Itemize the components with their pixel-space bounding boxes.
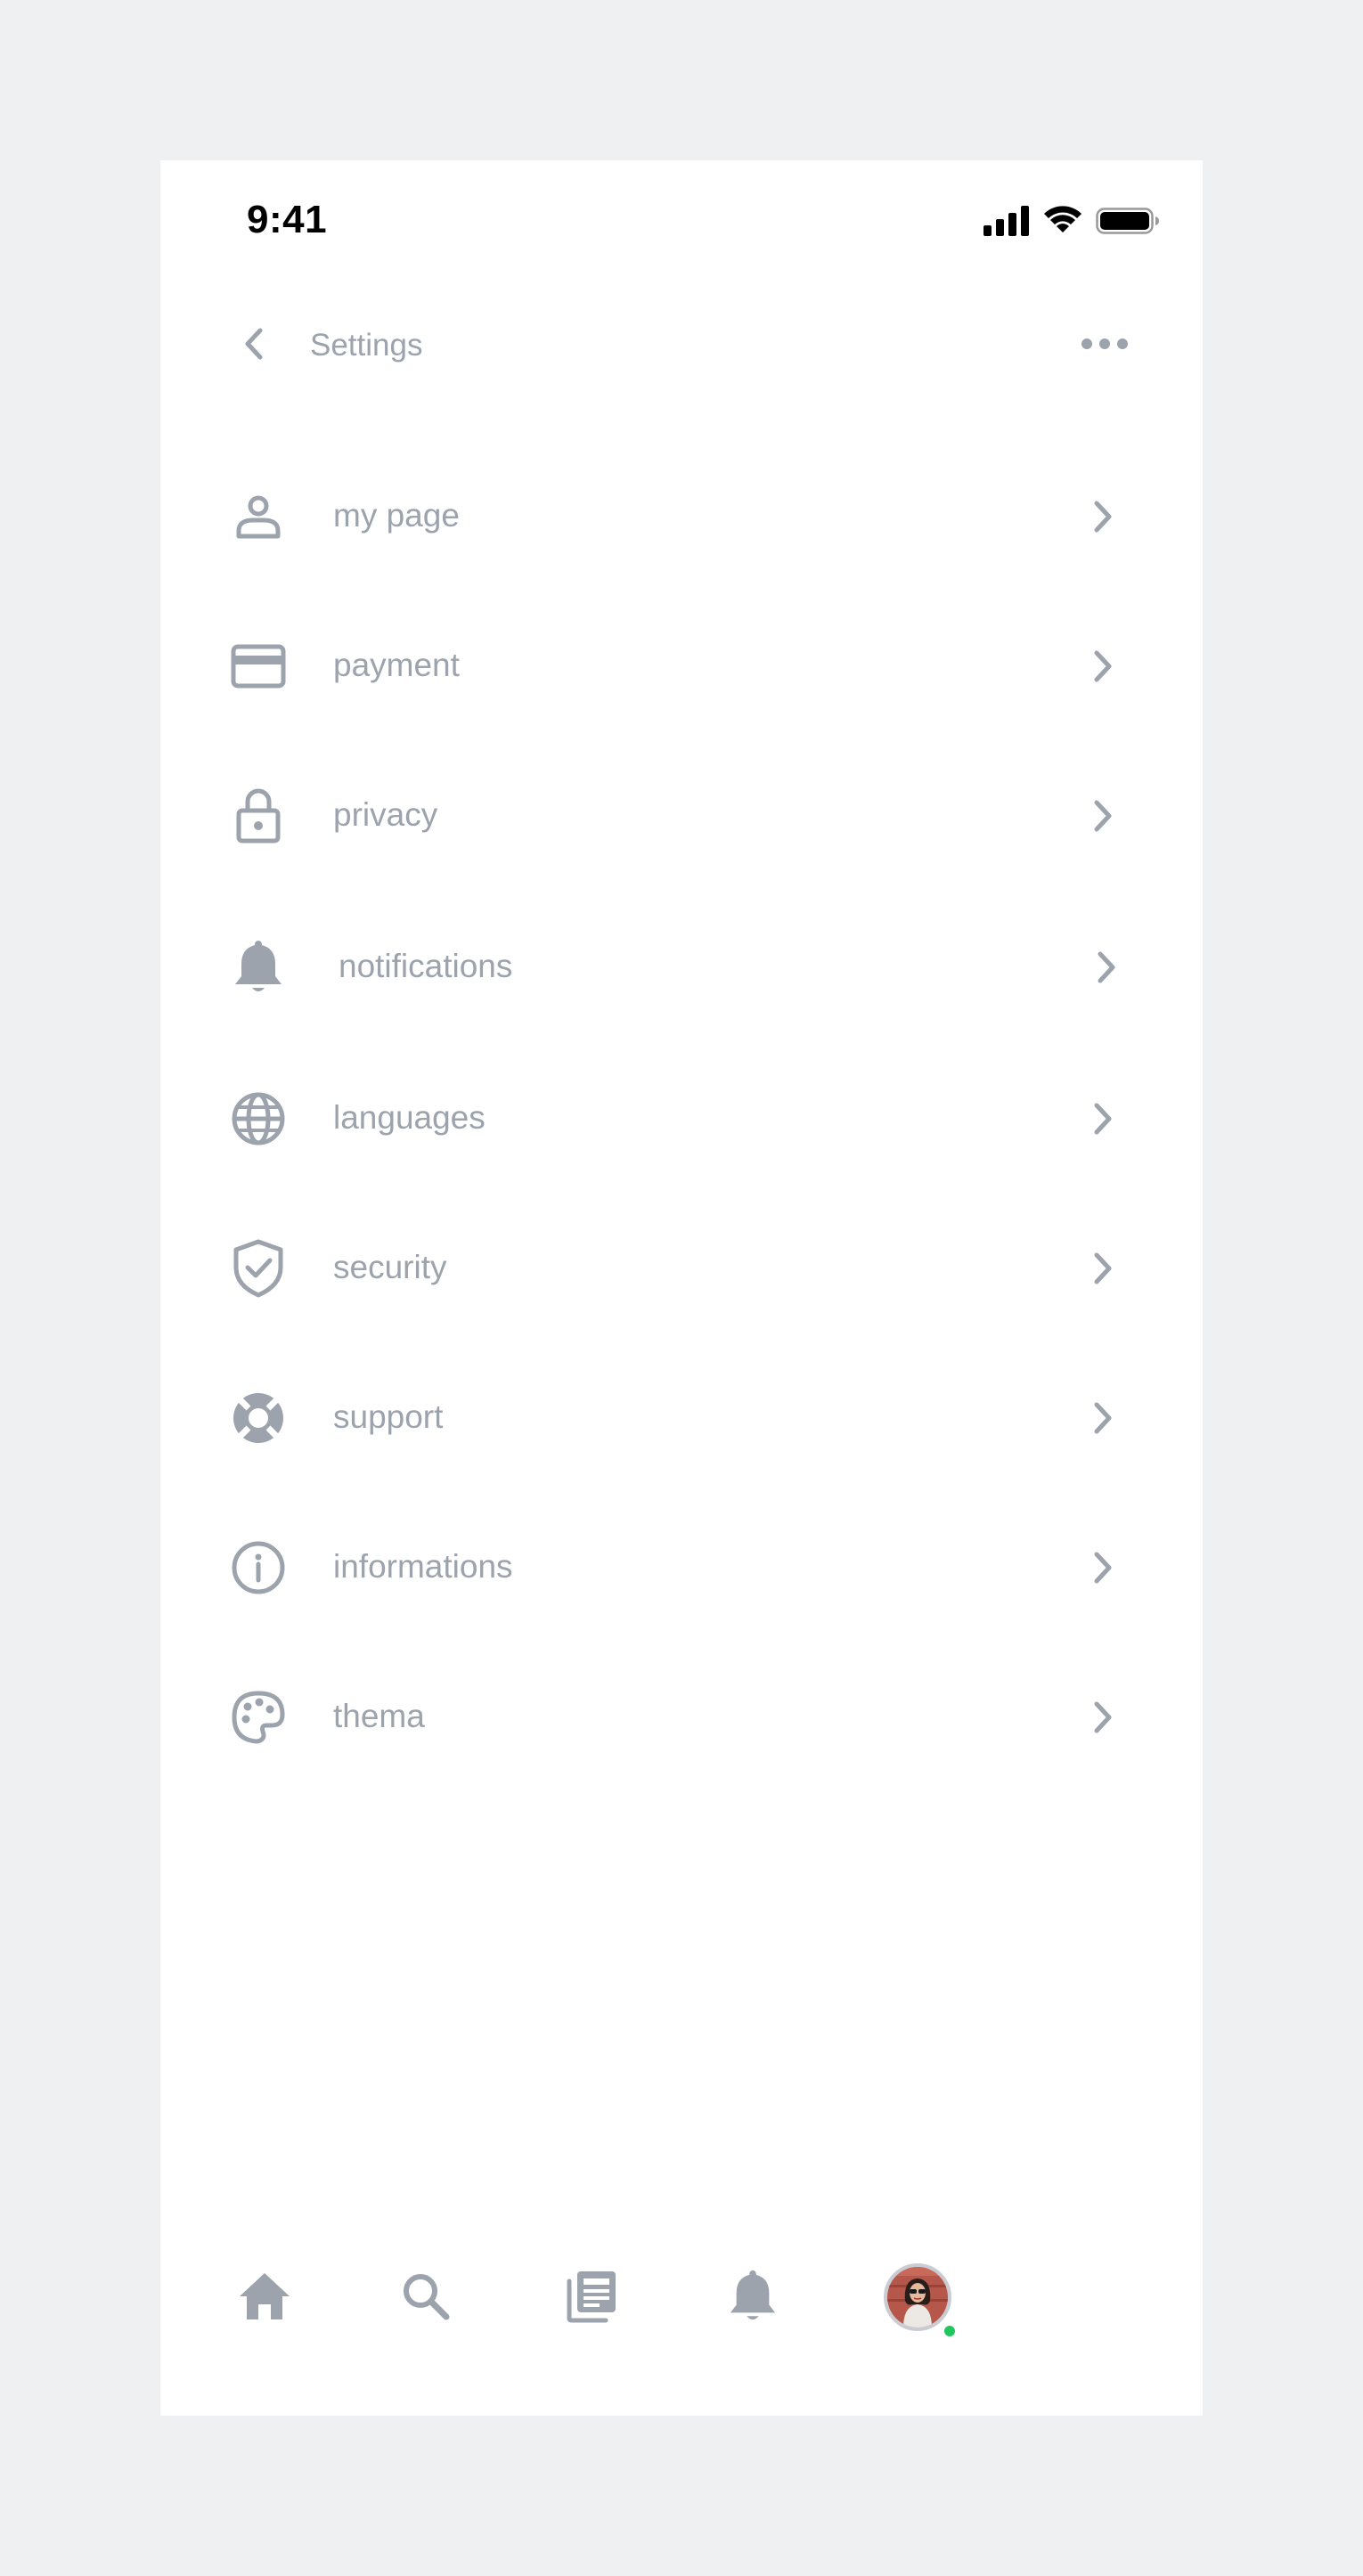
lifebuoy-icon (230, 1390, 287, 1447)
signal-icon (983, 205, 1030, 240)
ellipsis-icon (1081, 338, 1129, 355)
nav-profile-button[interactable] (877, 2257, 958, 2338)
menu-item-label: privacy (333, 796, 438, 833)
chevron-left-icon (243, 327, 265, 365)
palette-icon (230, 1689, 287, 1746)
phone-screen: 9:41 Settings my page payment privacy no… (160, 160, 1203, 2416)
menu-item-security[interactable]: security (160, 1215, 1203, 1322)
page-title: Settings (310, 328, 423, 363)
chevron-right-icon (1085, 1550, 1121, 1586)
menu-item-label: languages (333, 1099, 486, 1136)
menu-item-label: support (333, 1398, 444, 1435)
menu-item-label: informations (333, 1548, 513, 1585)
menu-item-notifications[interactable]: notifications (160, 914, 1203, 1021)
wifi-icon (1042, 205, 1083, 240)
home-icon (237, 2270, 292, 2327)
menu-item-label: notifications (339, 948, 513, 984)
status-icons (983, 205, 1160, 240)
chevron-right-icon (1085, 1400, 1121, 1436)
header: Settings (160, 310, 1203, 381)
chevron-right-icon (1085, 1700, 1121, 1735)
online-status-dot (943, 2324, 957, 2338)
menu-item-languages[interactable]: languages (160, 1065, 1203, 1172)
bottom-nav (160, 2245, 1203, 2352)
chevron-right-icon (1085, 499, 1121, 534)
menu-item-informations[interactable]: informations (160, 1514, 1203, 1621)
status-time: 9:41 (247, 198, 328, 241)
battery-icon (1096, 206, 1160, 240)
news-icon (565, 2269, 618, 2328)
nav-home-button[interactable] (229, 2262, 300, 2334)
menu-item-label: thema (333, 1698, 425, 1734)
avatar (884, 2263, 951, 2331)
more-button[interactable] (1078, 328, 1131, 363)
menu-item-thema[interactable]: thema (160, 1664, 1203, 1771)
lock-icon (230, 787, 287, 844)
nav-news-button[interactable] (556, 2262, 627, 2334)
menu-item-payment[interactable]: payment (160, 613, 1203, 720)
search-icon (401, 2271, 451, 2326)
menu-item-my-page[interactable]: my page (160, 463, 1203, 570)
menu-item-privacy[interactable]: privacy (160, 762, 1203, 869)
shield-check-icon (230, 1239, 287, 1298)
bell-icon (230, 939, 287, 996)
menu-item-label: payment (333, 647, 460, 683)
credit-card-icon (230, 638, 287, 695)
chevron-right-icon (1085, 1101, 1121, 1137)
chevron-right-icon (1089, 950, 1124, 985)
nav-notifications-button[interactable] (717, 2262, 788, 2334)
menu-item-support[interactable]: support (160, 1365, 1203, 1471)
back-button[interactable] (233, 325, 274, 366)
chevron-right-icon (1085, 798, 1121, 834)
info-icon (230, 1539, 287, 1596)
globe-icon (230, 1090, 287, 1147)
chevron-right-icon (1085, 648, 1121, 684)
chevron-right-icon (1085, 1251, 1121, 1286)
menu-item-label: my page (333, 497, 460, 534)
user-icon (230, 488, 287, 545)
menu-item-label: security (333, 1249, 447, 1285)
bell-icon (728, 2269, 778, 2328)
nav-search-button[interactable] (390, 2262, 461, 2334)
